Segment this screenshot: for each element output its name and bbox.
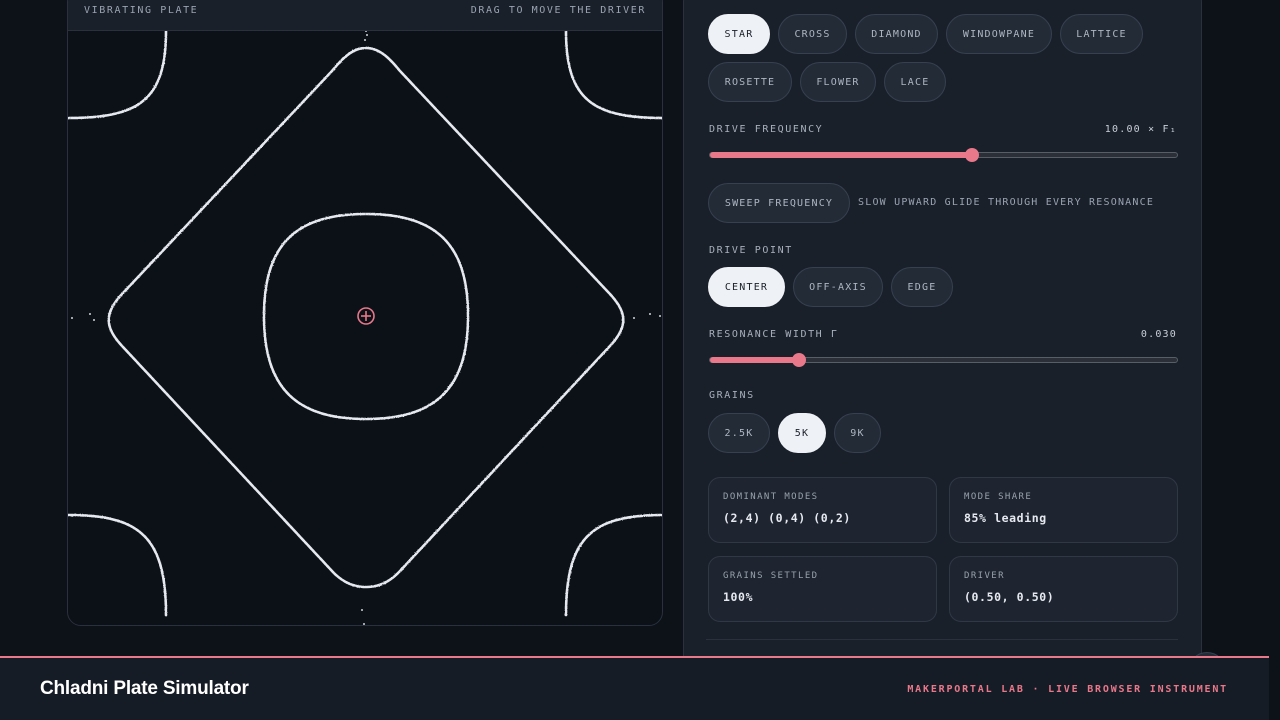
resonance-width-fill xyxy=(710,357,799,363)
mode-share-value: 85% leading xyxy=(964,511,1047,525)
drive-frequency-label: DRIVE FREQUENCY xyxy=(709,124,824,135)
drive-point-edge-button[interactable]: EDGE xyxy=(891,267,953,307)
sweep-frequency-button[interactable]: SWEEP FREQUENCY xyxy=(708,183,850,223)
corner-arc-bottom-right xyxy=(564,513,662,617)
grains-9k-button[interactable]: 9K xyxy=(834,413,881,453)
drive-frequency-thumb[interactable] xyxy=(965,148,980,162)
drive-point-off-axis-button[interactable]: OFF-AXIS xyxy=(793,267,883,307)
sweep-hint: SLOW UPWARD GLIDE THROUGH EVERY RESONANC… xyxy=(858,197,1155,208)
panel-divider xyxy=(706,639,1178,640)
plate-header: Vibrating plate Drag to move the driver xyxy=(68,0,662,31)
resonance-width-thumb[interactable] xyxy=(791,353,806,367)
mode-share-card: MODE SHARE 85% leading xyxy=(949,477,1178,543)
pattern-lattice-button[interactable]: LATTICE xyxy=(1060,14,1143,54)
pattern-lace-button[interactable]: LACE xyxy=(884,62,946,102)
mode-share-label: MODE SHARE xyxy=(964,492,1033,502)
pattern-flower-button[interactable]: FLOWER xyxy=(800,62,876,102)
plate-canvas[interactable] xyxy=(68,31,663,626)
driver-value: (0.50, 0.50) xyxy=(964,590,1055,604)
dominant-modes-card: DOMINANT MODES (2,4) (0,4) (0,2) xyxy=(708,477,937,543)
drive-frequency-fill xyxy=(710,152,973,158)
pattern-windowpane-button[interactable]: WINDOWPANE xyxy=(946,14,1052,54)
dominant-modes-label: DOMINANT MODES xyxy=(723,492,819,502)
drive-frequency-value: 10.00 × F₁ xyxy=(1104,124,1177,135)
plate-drag-hint: Drag to move the driver xyxy=(470,5,646,16)
footer-tagline: MAKERPORTAL LAB · LIVE BROWSER INSTRUMEN… xyxy=(907,684,1228,695)
stray-grains xyxy=(71,31,661,625)
grains-2-5k-button[interactable]: 2.5K xyxy=(708,413,770,453)
pattern-cross-button[interactable]: CROSS xyxy=(778,14,847,54)
nodal-pattern[interactable] xyxy=(68,31,663,626)
grains-settled-label: GRAINS SETTLED xyxy=(723,571,819,581)
resonance-width-slider[interactable] xyxy=(709,353,1178,367)
grains-5k-button[interactable]: 5K xyxy=(778,413,826,453)
driver-label: DRIVER xyxy=(964,571,1005,581)
app-title: Chladni Plate Simulator xyxy=(40,678,249,699)
drive-point-center-button[interactable]: CENTER xyxy=(708,267,785,307)
plate-title: Vibrating plate xyxy=(84,5,199,16)
driver-marker-icon[interactable] xyxy=(357,307,375,325)
plate-panel: Vibrating plate Drag to move the driver xyxy=(67,0,663,626)
corner-arc-top-right xyxy=(564,31,662,120)
control-panel: STAR CROSS DIAMOND WINDOWPANE LATTICE RO… xyxy=(683,0,1202,688)
drive-frequency-slider[interactable] xyxy=(709,148,1178,162)
driver-card: DRIVER (0.50, 0.50) xyxy=(949,556,1178,622)
pattern-diamond-button[interactable]: DIAMOND xyxy=(855,14,938,54)
resonance-width-label: RESONANCE WIDTH Γ xyxy=(709,329,839,340)
dominant-modes-value: (2,4) (0,4) (0,2) xyxy=(723,511,851,525)
corner-arc-top-left xyxy=(68,31,168,120)
corner-arc-bottom-left xyxy=(68,513,168,617)
resonance-width-value: 0.030 xyxy=(1140,329,1177,340)
footer-bar: Chladni Plate Simulator MAKERPORTAL LAB … xyxy=(0,656,1269,720)
pattern-rosette-button[interactable]: ROSETTE xyxy=(708,62,792,102)
grains-settled-card: GRAINS SETTLED 100% xyxy=(708,556,937,622)
grains-label: GRAINS xyxy=(709,390,755,401)
grains-settled-value: 100% xyxy=(723,590,754,604)
drive-point-label: DRIVE POINT xyxy=(709,245,793,256)
pattern-star-button[interactable]: STAR xyxy=(708,14,770,54)
